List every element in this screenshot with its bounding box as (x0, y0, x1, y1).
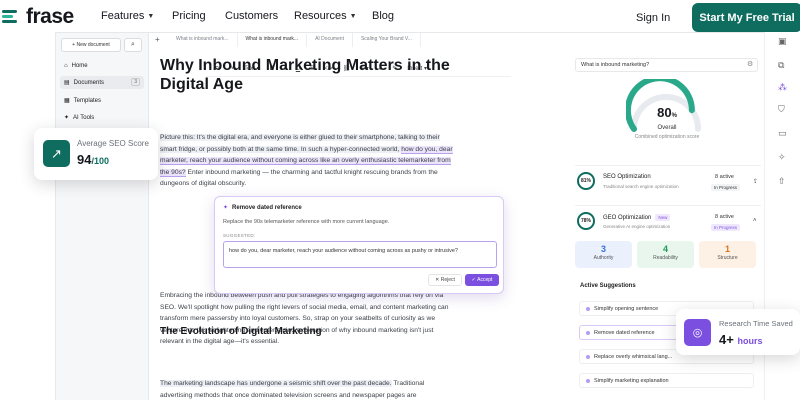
nav-pricing[interactable]: Pricing (172, 10, 206, 22)
metric-readability: 4 Readability (637, 241, 694, 268)
suggested-text[interactable]: how do you, dear marketer, reach your au… (223, 241, 497, 268)
chevron-down-icon: ▼ (147, 12, 155, 20)
seo-score-label: Average SEO Score (77, 139, 149, 148)
grid-icon[interactable]: ⁂ (778, 82, 787, 93)
seo-score-card: ↗ Average SEO Score 94/100 (34, 128, 158, 180)
suggestion-popup: ✦ Remove dated reference Replace the 90s … (214, 196, 504, 294)
target-icon: ◎ (684, 319, 711, 346)
seo-optimization-desc: Traditional search engine optimization (603, 184, 679, 189)
sparkle-icon[interactable]: ✧ (778, 152, 786, 163)
template-icon: ▦ (64, 98, 70, 104)
search-icon[interactable]: ⌕ (124, 38, 142, 52)
suggestion-label: SUGGESTED: (223, 233, 256, 238)
tab-2[interactable]: What is inbound mark... (237, 33, 308, 47)
document-heading-2[interactable]: The Evolution of Digital Marketing (160, 326, 322, 337)
new-tab-icon[interactable]: + (155, 35, 160, 44)
layers-icon[interactable]: ⧉ (778, 60, 784, 71)
logo-mark-icon (2, 7, 22, 27)
metric-authority: 3 Authority (575, 241, 632, 268)
export-icon[interactable]: ⇧ (778, 176, 786, 187)
document-paragraph-1[interactable]: Picture this: It's the digital era, and … (160, 132, 456, 190)
nav-customers[interactable]: Customers (225, 10, 278, 22)
sign-in-link[interactable]: Sign In (636, 12, 670, 24)
sparkle-icon: ✦ (64, 115, 70, 121)
calendar-icon[interactable]: ▣ (778, 36, 787, 47)
seo-optimization-row[interactable]: 81% SEO Optimization Traditional search … (575, 165, 761, 195)
seo-status-badge: In Progress (711, 184, 741, 191)
seo-score-ring: 81% (577, 172, 595, 190)
chevron-up-icon[interactable]: ˄ (753, 218, 757, 224)
suggestion-description: Replace the 90s telemarketer reference w… (223, 219, 390, 225)
settings-icon[interactable]: ⚙ (747, 60, 753, 68)
geo-active-count: 8 active (715, 214, 734, 220)
gauge-value: 80% (657, 105, 677, 120)
sidebar: + New document ⌕ ⌂ Home ▤ Documents 3 ▦ Temp… (56, 33, 149, 400)
geo-score-ring: 78% (577, 212, 595, 230)
overall-label: Overall (657, 125, 677, 131)
shield-icon[interactable]: ⛉ (778, 104, 785, 115)
tab-1[interactable]: What is inbound mark... (168, 33, 238, 47)
geo-status-badge: In Progress (711, 224, 741, 231)
start-trial-button[interactable]: Start My Free Trial (692, 3, 800, 32)
top-nav: frase Features ▼ Pricing Customers Resour… (0, 0, 800, 36)
trend-up-icon: ↗ (43, 140, 70, 167)
sidebar-item-templates[interactable]: ▦ Templates (60, 94, 144, 107)
seo-score-value: 94/100 (77, 152, 109, 167)
sparkle-icon: ✦ (223, 205, 229, 211)
document-icon: ▤ (64, 80, 70, 86)
geo-optimization-title: GEO Optimization New (603, 214, 671, 221)
geo-optimization-desc: Generative AI engine optimization (603, 224, 671, 229)
upload-icon[interactable]: ⇪ (753, 178, 758, 185)
suggestion-item[interactable]: Simplify marketing explanation (579, 373, 754, 388)
suggestion-dot-icon (586, 330, 590, 335)
chevron-down-icon: ▼ (349, 12, 357, 20)
geo-optimization-row[interactable]: 78% GEO Optimization New Generative AI en… (575, 205, 761, 235)
nav-features[interactable]: Features ▼ (101, 10, 154, 22)
document-paragraph-3[interactable]: The marketing landscape has undergone a … (160, 378, 456, 400)
overall-description: Combined optimization score (634, 134, 700, 140)
accept-button[interactable]: ✓ Accept (465, 274, 499, 286)
research-time-label: Research Time Saved (719, 319, 793, 328)
new-document-button[interactable]: + New document (61, 38, 121, 52)
document-title[interactable]: Why Inbound Marketing Matters in the Dig… (160, 56, 460, 94)
nav-resources[interactable]: Resources ▼ (294, 10, 357, 22)
suggestion-dot-icon (586, 378, 590, 383)
tab-bar: What is inbound mark... What is inbound … (168, 33, 768, 47)
sidebar-item-home[interactable]: ⌂ Home (60, 59, 144, 72)
sidebar-item-documents[interactable]: ▤ Documents 3 (60, 76, 144, 89)
suggestion-dot-icon (586, 354, 590, 359)
logo-text: frase (26, 5, 74, 28)
seo-optimization-title: SEO Optimization (603, 174, 651, 180)
chat-icon[interactable]: ▭ (778, 128, 787, 139)
tab-4[interactable]: Scaling Your Brand V... (353, 33, 421, 47)
document-paragraph-2[interactable]: Embracing the inbound between push and p… (160, 290, 456, 348)
research-time-value: 4+ hours (719, 332, 763, 347)
research-time-card: ◎ Research Time Saved 4+ hours (676, 309, 800, 355)
suggestion-dot-icon (586, 306, 590, 311)
active-suggestions-title: Active Suggestions (580, 283, 636, 289)
nav-blog[interactable]: Blog (372, 10, 394, 22)
reject-button[interactable]: ✕ Reject (428, 274, 462, 286)
new-badge: New (655, 214, 671, 221)
tab-3[interactable]: AI Document (307, 33, 353, 47)
documents-count: 3 (131, 78, 140, 86)
seo-active-count: 8 active (715, 174, 734, 180)
keyword-input[interactable]: What is inbound marketing? (575, 58, 758, 72)
metric-structure: 1 Structure (699, 241, 756, 268)
home-icon: ⌂ (64, 62, 68, 69)
suggestion-title: ✦ Remove dated reference (223, 204, 302, 212)
frase-logo[interactable]: frase (2, 5, 74, 29)
sidebar-item-ai-tools[interactable]: ✦ AI Tools (60, 111, 144, 124)
